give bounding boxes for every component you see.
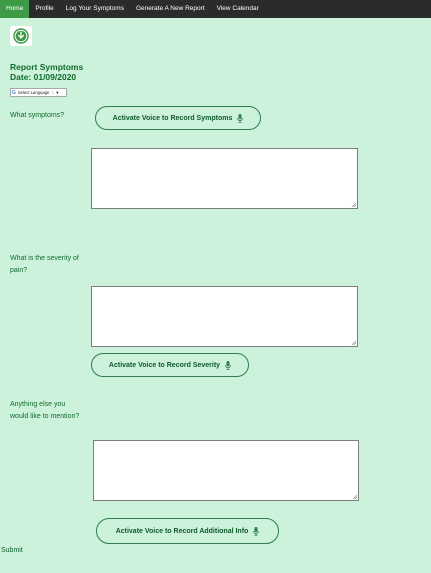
- app-logo[interactable]: [10, 26, 32, 46]
- microphone-icon: [237, 113, 244, 123]
- language-select[interactable]: G Select Language | ▼: [10, 88, 67, 97]
- nav-view-calendar[interactable]: View Calendar: [211, 0, 265, 18]
- page-title: Report Symptoms: [10, 62, 84, 72]
- leaf-download-icon: [13, 28, 29, 44]
- extra-question: Anything else you would like to mention?: [10, 401, 80, 420]
- symptoms-question: What symptoms?: [10, 112, 65, 119]
- language-select-label: Select Language: [17, 90, 50, 95]
- record-symptoms-label: Activate Voice to Record Symptoms: [112, 114, 233, 122]
- language-divider: |: [52, 90, 54, 95]
- symptoms-textarea[interactable]: [91, 148, 358, 209]
- microphone-icon: [225, 360, 231, 370]
- submit-button[interactable]: Submit: [1, 547, 23, 554]
- top-navbar: Home Profile Log Your Symptoms Generate …: [0, 0, 431, 18]
- nav-generate-report[interactable]: Generate A New Report: [130, 0, 211, 18]
- nav-profile[interactable]: Profile: [29, 0, 59, 18]
- resize-handle-icon[interactable]: [351, 202, 357, 208]
- additional-info-textarea[interactable]: [93, 440, 359, 501]
- severity-textarea[interactable]: [91, 286, 358, 347]
- report-date: Date: 01/09/2020: [10, 72, 77, 82]
- resize-handle-icon[interactable]: [352, 494, 358, 500]
- resize-handle-icon[interactable]: [351, 340, 357, 346]
- nav-home[interactable]: Home: [0, 0, 30, 18]
- chevron-down-icon: ▼: [55, 90, 60, 95]
- record-symptoms-voice-button[interactable]: Activate Voice to Record Symptoms: [95, 106, 261, 130]
- record-severity-label: Activate Voice to Record Severity: [108, 361, 221, 369]
- microphone-icon: [253, 526, 260, 536]
- record-additional-info-label: Activate Voice to Record Additional Info: [115, 527, 249, 535]
- severity-question: What is the severity of pain?: [10, 255, 79, 274]
- record-severity-voice-button[interactable]: Activate Voice to Record Severity: [91, 353, 249, 377]
- record-additional-info-voice-button[interactable]: Activate Voice to Record Additional Info: [96, 518, 279, 544]
- nav-log-symptoms[interactable]: Log Your Symptoms: [60, 0, 130, 18]
- google-g-icon: G: [12, 89, 16, 96]
